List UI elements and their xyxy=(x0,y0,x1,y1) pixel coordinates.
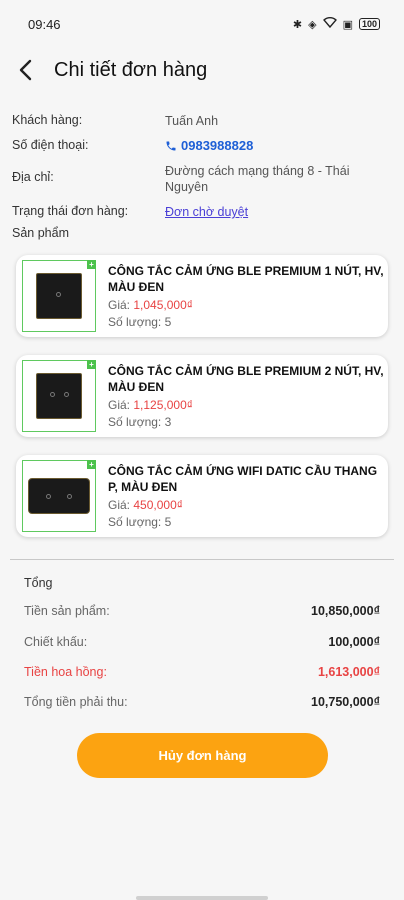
status-row: Trạng thái đơn hàng: Đơn chờ duyệt xyxy=(12,201,392,220)
back-button[interactable] xyxy=(0,48,50,92)
order-info: Khách hàng: Tuấn Anh Số điện thoại: 0983… xyxy=(12,110,392,226)
product-qty-line: Số lượng: 5 xyxy=(108,315,388,329)
switch-panel-image xyxy=(28,478,90,514)
discount-value: 100,000₫ xyxy=(328,635,380,649)
product-card[interactable]: + CÔNG TẮC CẢM ỨNG BLE PREMIUM 1 NÚT, HV… xyxy=(16,255,388,337)
total-row: Tổng tiền phải thu: 10,750,000₫ xyxy=(24,695,380,709)
address-value: Đường cách mạng tháng 8 - Thái Nguyên xyxy=(165,164,350,194)
switch-panel-image xyxy=(36,273,82,319)
customer-row: Khách hàng: Tuấn Anh xyxy=(12,110,392,129)
order-status-link[interactable]: Đơn chờ duyệt xyxy=(165,205,248,219)
subtotal-value: 10,850,000₫ xyxy=(311,604,380,618)
total-label: Tổng tiền phải thu: xyxy=(24,695,128,709)
battery-icon: 100 xyxy=(358,18,380,30)
product-qty-line: Số lượng: 5 xyxy=(108,515,388,529)
discount-label: Chiết khấu: xyxy=(24,635,88,649)
cancel-order-button[interactable]: Hủy đơn hàng xyxy=(77,733,328,778)
sim-icon: ▣ xyxy=(342,18,353,31)
chevron-left-icon xyxy=(19,59,32,81)
phone-row: Số điện thoại: 0983988828 xyxy=(12,135,392,154)
commission-label: Tiền hoa hồng: xyxy=(24,665,107,679)
product-price-line: Giá: 1,045,000₫ xyxy=(108,298,388,312)
price-label: Giá: xyxy=(108,398,131,412)
plus-badge-icon: + xyxy=(87,260,96,269)
price-label: Giá: xyxy=(108,498,131,512)
subtotal-label: Tiền sản phẩm: xyxy=(24,604,110,618)
product-price: 1,045,000₫ xyxy=(133,298,193,312)
summary-title: Tổng xyxy=(24,576,53,590)
status-time: 09:46 xyxy=(28,16,61,32)
product-thumbnail: + xyxy=(22,460,96,532)
discount-row: Chiết khấu: 100,000₫ xyxy=(24,635,380,649)
switch-panel-image xyxy=(36,373,82,419)
divider xyxy=(10,559,394,560)
touch-button-icon xyxy=(64,392,69,397)
customer-value: Tuấn Anh xyxy=(165,114,219,128)
status-label: Trạng thái đơn hàng: xyxy=(12,204,129,218)
vibrate-icon: ◈ xyxy=(308,18,317,31)
product-price: 450,000₫ xyxy=(133,498,183,512)
product-name: CÔNG TẮC CẢM ỨNG BLE PREMIUM 2 NÚT, HV, … xyxy=(108,364,384,394)
phone-link[interactable]: 0983988828 xyxy=(165,135,392,154)
product-price-line: Giá: 1,125,000₫ xyxy=(108,398,388,412)
product-name: CÔNG TẮC CẢM ỨNG WIFI DATIC CẦU THANG P,… xyxy=(108,464,378,494)
address-label: Địa chỉ: xyxy=(12,170,54,184)
products-section-title: Sản phẩm xyxy=(12,226,69,240)
subtotal-row: Tiền sản phẩm: 10,850,000₫ xyxy=(24,604,380,618)
touch-button-icon xyxy=(50,392,55,397)
price-label: Giá: xyxy=(108,298,131,312)
product-thumbnail: + xyxy=(22,260,96,332)
qty-label: Số lượng: xyxy=(108,315,162,329)
home-indicator xyxy=(136,896,268,900)
plus-badge-icon: + xyxy=(87,360,96,369)
product-info: CÔNG TẮC CẢM ỨNG BLE PREMIUM 2 NÚT, HV, … xyxy=(108,363,388,429)
status-value-wrap: Đơn chờ duyệt xyxy=(165,201,392,220)
product-price-line: Giá: 450,000₫ xyxy=(108,498,388,512)
wifi-icon xyxy=(322,17,337,31)
touch-button-icon xyxy=(56,292,61,297)
phone-icon xyxy=(166,141,176,151)
product-qty: 5 xyxy=(164,315,172,329)
touch-button-icon xyxy=(46,494,51,499)
product-qty-line: Số lượng: 3 xyxy=(108,415,388,429)
product-qty: 5 xyxy=(164,515,172,529)
commission-value: 1,613,000₫ xyxy=(317,665,380,679)
product-name: CÔNG TẮC CẢM ỨNG BLE PREMIUM 1 NÚT, HV, … xyxy=(108,264,384,294)
product-qty: 3 xyxy=(164,415,172,429)
battery-level: 100 xyxy=(361,19,377,29)
phone-value: 0983988828 xyxy=(181,138,254,153)
phone-label: Số điện thoại: xyxy=(12,138,89,152)
page-title: Chi tiết đơn hàng xyxy=(54,58,208,81)
product-card[interactable]: + CÔNG TẮC CẢM ỨNG WIFI DATIC CẦU THANG … xyxy=(16,455,388,537)
plus-badge-icon: + xyxy=(87,460,96,469)
product-price: 1,125,000₫ xyxy=(133,398,193,412)
commission-row: Tiền hoa hồng: 1,613,000₫ xyxy=(24,665,380,679)
qty-label: Số lượng: xyxy=(108,415,162,429)
touch-button-icon xyxy=(67,494,72,499)
customer-label: Khách hàng: xyxy=(12,113,83,127)
bluetooth-icon: ✱ xyxy=(292,18,303,31)
product-card[interactable]: + CÔNG TẮC CẢM ỨNG BLE PREMIUM 2 NÚT, HV… xyxy=(16,355,388,437)
total-value: 10,750,000₫ xyxy=(311,695,380,709)
status-icons: ✱ ◈ ▣ 100 xyxy=(293,17,380,31)
status-bar: 09:46 ✱ ◈ ▣ 100 xyxy=(0,0,404,48)
product-info: CÔNG TẮC CẢM ỨNG WIFI DATIC CẦU THANG P,… xyxy=(108,463,388,529)
product-thumbnail: + xyxy=(22,360,96,432)
header: Chi tiết đơn hàng xyxy=(0,48,404,92)
product-info: CÔNG TẮC CẢM ỨNG BLE PREMIUM 1 NÚT, HV, … xyxy=(108,263,388,329)
qty-label: Số lượng: xyxy=(108,515,162,529)
address-row: Địa chỉ: Đường cách mạng tháng 8 - Thái … xyxy=(12,160,392,195)
